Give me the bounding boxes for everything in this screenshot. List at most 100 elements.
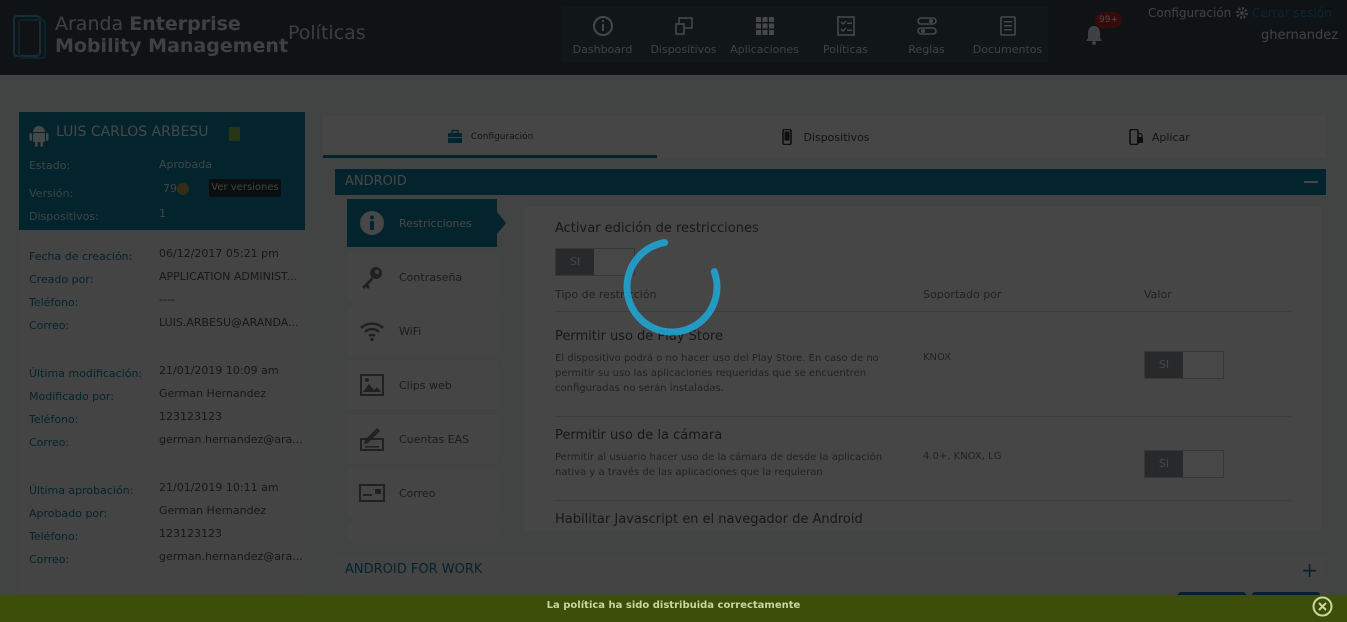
section-title: ANDROID FOR WORK — [345, 562, 483, 577]
brand-bold-1: Enterprise — [129, 13, 241, 35]
row-divider — [555, 500, 1291, 501]
row-divider — [555, 416, 1291, 417]
side-item-clips-web[interactable]: Clips web — [347, 361, 497, 409]
view-versions-button[interactable]: Ver versiones — [209, 179, 281, 197]
modified-phone-label: Teléfono: — [29, 413, 79, 426]
side-item-cuentas-eas[interactable]: Cuentas EAS — [347, 415, 497, 463]
collapse-icon[interactable] — [1304, 181, 1318, 183]
info-circle-icon — [592, 16, 613, 36]
camera-toggle[interactable]: SI — [1144, 450, 1224, 478]
side-item-label: Contraseña — [399, 270, 463, 284]
approved-email-label: Correo: — [29, 553, 70, 566]
aranda-logo-icon — [13, 15, 46, 59]
version-value: 79 — [163, 182, 177, 195]
grid-icon — [755, 17, 774, 35]
modified-by-value: German Hernandez — [159, 387, 267, 400]
android-for-work-header[interactable]: ANDROID FOR WORK + — [335, 557, 1326, 583]
expand-icon[interactable]: + — [1301, 560, 1318, 580]
page-title: Políticas — [288, 22, 366, 44]
tab-label: Configuración — [470, 132, 534, 142]
nav-aplicaciones[interactable]: Aplicaciones — [724, 7, 805, 63]
alert-circle-icon — [360, 211, 384, 235]
side-item-label: Clips web — [399, 378, 452, 392]
toggle-on-label: SI — [1145, 451, 1183, 477]
toast-message: La política ha sido distribuida correcta… — [546, 600, 801, 611]
restriction-title: Permitir uso de la cámara — [555, 428, 723, 443]
logout-link[interactable]: Cerrar sesión — [1252, 6, 1332, 20]
toggle-on-label: SI — [556, 249, 594, 275]
android-icon — [29, 126, 49, 147]
success-toast: La política ha sido distribuida correcta… — [0, 595, 1347, 622]
phone-icon — [782, 129, 793, 145]
nav-label: Dispositivos — [650, 43, 717, 56]
android-section-header[interactable]: ANDROID — [335, 169, 1326, 195]
side-item-correo[interactable]: Correo — [347, 469, 497, 517]
restriction-desc: Permitir al usuario hacer uso de la cáma… — [555, 452, 883, 478]
mail-card-icon — [359, 484, 385, 502]
created-by-value: APPLICATION ADMINIST... — [159, 270, 297, 283]
restriction-desc: El dispositivo podrá o no hacer uso del … — [555, 353, 879, 394]
tab-configuracion[interactable]: Configuración — [323, 116, 658, 158]
document-icon — [999, 16, 1016, 36]
nav-documentos[interactable]: Documentos — [967, 7, 1048, 63]
gear-icon[interactable] — [1235, 6, 1249, 20]
policy-info-panel: Fecha de creación: 06/12/2017 05:21 pm C… — [19, 232, 305, 604]
key-icon — [362, 267, 382, 289]
side-item-label: WiFi — [399, 324, 422, 338]
tab-label: Aplicar — [1151, 130, 1190, 144]
tab-dispositivos[interactable]: Dispositivos — [657, 116, 991, 158]
play-store-toggle[interactable]: SI — [1144, 351, 1224, 379]
section-title: ANDROID — [345, 174, 407, 189]
approved-by-label: Aprobado por: — [29, 507, 108, 520]
nav-label: Políticas — [823, 43, 868, 56]
modified-by-label: Modificado por: — [29, 390, 114, 403]
nav-label: Reglas — [908, 43, 945, 56]
approved-date-label: Última aprobación: — [29, 484, 134, 497]
loading-spinner-icon — [623, 238, 721, 336]
approved-email-value: german.hernandez@ara... — [159, 550, 303, 563]
tab-aplicar[interactable]: Aplicar — [992, 116, 1326, 158]
nav-dashboard[interactable]: Dashboard — [562, 7, 643, 63]
side-item-more[interactable] — [347, 523, 497, 541]
image-icon — [360, 374, 384, 396]
notification-badge: 99+ — [1095, 12, 1122, 28]
side-item-label: Restricciones — [399, 216, 472, 230]
side-item-restricciones[interactable]: Restricciones — [347, 199, 497, 247]
dispositivos-value: 1 — [159, 207, 166, 220]
created-by-label: Creado por: — [29, 273, 94, 286]
version-label: Versión: — [29, 187, 74, 200]
profile-name: LUIS CARLOS ARBESU — [56, 124, 209, 140]
nav-label: Dashboard — [572, 43, 633, 56]
approved-by-value: German Hernandez — [159, 504, 267, 517]
created-phone-value: ---- — [159, 293, 175, 306]
approved-phone-value: 123123123 — [159, 527, 222, 540]
wifi-icon — [360, 322, 384, 342]
main-nav: Dashboard Dispositivos Aplicaciones Polí… — [562, 7, 1048, 63]
modified-date-value: 21/01/2019 10:09 am — [159, 364, 279, 377]
side-item-contrasena[interactable]: Contraseña — [347, 253, 497, 301]
brand-bold-2: Mobility Management — [55, 35, 289, 57]
approved-phone-label: Teléfono: — [29, 530, 79, 543]
approved-check-icon — [177, 183, 189, 195]
dispositivos-label: Dispositivos: — [29, 210, 99, 223]
nav-label: Documentos — [972, 43, 1043, 56]
modified-date-label: Última modificación: — [29, 367, 143, 380]
tab-label: Dispositivos — [803, 130, 870, 144]
side-item-wifi[interactable]: WiFi — [347, 307, 497, 355]
config-link[interactable]: Configuración — [1148, 6, 1231, 20]
checklist-icon — [836, 16, 855, 36]
devices-icon — [674, 17, 693, 35]
modified-phone-value: 123123123 — [159, 410, 222, 423]
nav-politicas[interactable]: Políticas — [805, 7, 886, 63]
nav-dispositivos[interactable]: Dispositivos — [643, 7, 724, 63]
restriction-title: Habilitar Javascript en el navegador de … — [555, 512, 863, 527]
nav-label: Aplicaciones — [730, 43, 799, 56]
modified-email-label: Correo: — [29, 436, 70, 449]
signature-icon — [360, 428, 384, 451]
close-icon[interactable] — [1312, 596, 1333, 617]
nav-reglas[interactable]: Reglas — [886, 7, 967, 63]
side-item-label: Correo — [399, 486, 436, 500]
approved-date-value: 21/01/2019 10:11 am — [159, 481, 279, 494]
estado-label: Estado: — [29, 159, 71, 172]
created-email-value: LUIS.ARBESU@ARANDA... — [159, 316, 299, 329]
